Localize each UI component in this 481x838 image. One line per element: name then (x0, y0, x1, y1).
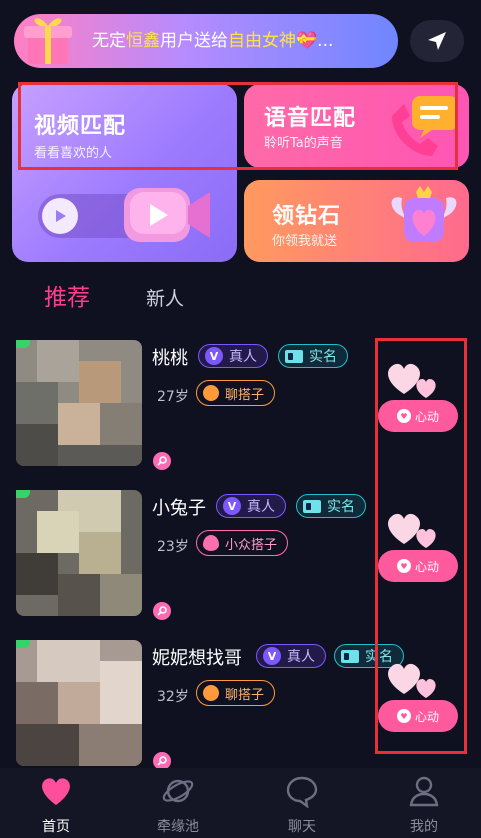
pacman-icon (203, 385, 219, 401)
nav-chat-label: 聊天 (288, 819, 316, 835)
lips-icon (203, 535, 219, 551)
verified-v-icon: V (263, 647, 281, 665)
interest-tag: 聊搭子 (196, 380, 276, 406)
video-match-title: 视频匹配 (34, 114, 127, 139)
diamond-reward-subtitle: 你领我就送 (272, 234, 338, 249)
nav-me[interactable]: 我的 (374, 774, 474, 836)
interest-tag: 小众搭子 (196, 530, 289, 556)
banner-middle: 用户送给 (160, 31, 228, 51)
banner-suffix: 💝... (296, 31, 334, 51)
user-name: 桃桃 (152, 348, 188, 369)
like-label: 心动 (414, 409, 439, 424)
nav-home[interactable]: 首页 (6, 774, 106, 836)
nav-home-label: 首页 (42, 819, 70, 835)
hearts-icon (388, 363, 436, 398)
like-label: 心动 (414, 709, 439, 724)
nav-fate-pool[interactable]: 牵缘池 (128, 774, 228, 836)
play-icon (42, 198, 78, 234)
verified-label: 真人 (229, 349, 257, 365)
verified-v-icon: V (223, 497, 241, 515)
avatar[interactable] (16, 640, 142, 766)
person-icon (409, 776, 439, 807)
search-icon (153, 602, 171, 620)
banner-message: 无定恒鑫用户送给自由女神💝... (92, 14, 333, 68)
verified-badge: V 真人 (198, 344, 268, 368)
heartbeat-icon: ♥ (396, 559, 411, 573)
real-name-label: 实名 (309, 349, 337, 365)
id-card-icon (285, 349, 303, 363)
avatar[interactable] (16, 490, 142, 616)
tab-new-users[interactable]: 新人 (146, 284, 184, 311)
real-name-label: 实名 (327, 499, 355, 515)
verified-v-icon: V (205, 347, 223, 365)
hearts-icon (388, 513, 436, 548)
hearts-icon (388, 663, 436, 698)
like-button[interactable]: ♥ 心动 (378, 550, 458, 582)
blurred-photo (16, 340, 142, 466)
nav-fate-pool-label: 牵缘池 (157, 819, 199, 835)
bottom-nav: 首页 牵缘池 聊天 我的 (0, 768, 481, 838)
winged-heart-gem-icon (391, 186, 457, 242)
diamond-reward-card[interactable]: 领钻石 你领我就送 (244, 180, 469, 262)
gift-broadcast-banner[interactable]: 无定恒鑫用户送给自由女神💝... (14, 14, 398, 68)
banner-prefix: 无定 (92, 31, 126, 51)
blurred-photo (16, 490, 142, 616)
heartbeat-icon: ♥ (396, 709, 411, 723)
gift-box-icon (24, 18, 72, 64)
voice-match-subtitle: 聆听Ta的声音 (264, 136, 343, 151)
location-arrow-icon (428, 32, 446, 50)
real-name-badge: 实名 (278, 344, 348, 368)
user-name: 小兔子 (152, 498, 206, 519)
user-age: 32岁 (157, 689, 189, 705)
interest-tag: 聊搭子 (196, 680, 276, 706)
video-match-subtitle: 看看喜欢的人 (34, 146, 113, 161)
verified-badge: V 真人 (216, 494, 286, 518)
planet-icon (162, 779, 194, 803)
voice-match-card[interactable]: 语音匹配 聆听Ta的声音 (244, 84, 469, 168)
diamond-reward-title: 领钻石 (272, 204, 342, 229)
search-icon (153, 452, 171, 470)
tab-recommend[interactable]: 推荐 (44, 278, 90, 312)
real-name-badge: 实名 (296, 494, 366, 518)
id-card-icon (303, 499, 321, 513)
avatar[interactable] (16, 340, 142, 466)
id-card-icon (341, 649, 359, 663)
interest-label: 聊搭子 (225, 687, 265, 703)
verified-badge: V 真人 (256, 644, 326, 668)
video-camera-icon (124, 188, 210, 242)
phone-chat-icon (392, 96, 458, 156)
banner-gift-name: 自由女神 (228, 31, 296, 51)
nav-chat[interactable]: 聊天 (252, 774, 352, 836)
user-name: 妮妮想找哥 (152, 648, 242, 669)
blurred-photo (16, 640, 142, 766)
like-button[interactable]: ♥ 心动 (378, 700, 458, 732)
video-match-card[interactable]: 视频匹配 看看喜欢的人 (12, 84, 237, 262)
voice-match-title: 语音匹配 (264, 106, 357, 131)
interest-label: 小众搭子 (225, 537, 278, 553)
verified-label: 真人 (287, 649, 315, 665)
chat-bubble-icon (286, 776, 318, 808)
user-list-item[interactable]: 桃桃 V 真人 实名 27岁 聊搭子 ♥ 心动 (0, 340, 481, 480)
verified-label: 真人 (247, 499, 275, 515)
like-label: 心动 (414, 559, 439, 574)
user-age: 23岁 (157, 539, 189, 555)
banner-sender-name: 恒鑫 (126, 31, 160, 51)
user-list-item[interactable]: 妮妮想找哥 V 真人 实名 32岁 聊搭子 ♥ 心动 (0, 640, 481, 780)
like-button[interactable]: ♥ 心动 (378, 400, 458, 432)
pacman-icon (203, 685, 219, 701)
user-list-item[interactable]: 小兔子 V 真人 实名 23岁 小众搭子 ♥ 心动 (0, 490, 481, 630)
location-button[interactable] (410, 20, 464, 62)
heart-icon (42, 778, 70, 805)
nav-me-label: 我的 (410, 819, 438, 835)
user-age: 27岁 (157, 389, 189, 405)
heartbeat-icon: ♥ (396, 409, 411, 423)
interest-label: 聊搭子 (225, 387, 265, 403)
